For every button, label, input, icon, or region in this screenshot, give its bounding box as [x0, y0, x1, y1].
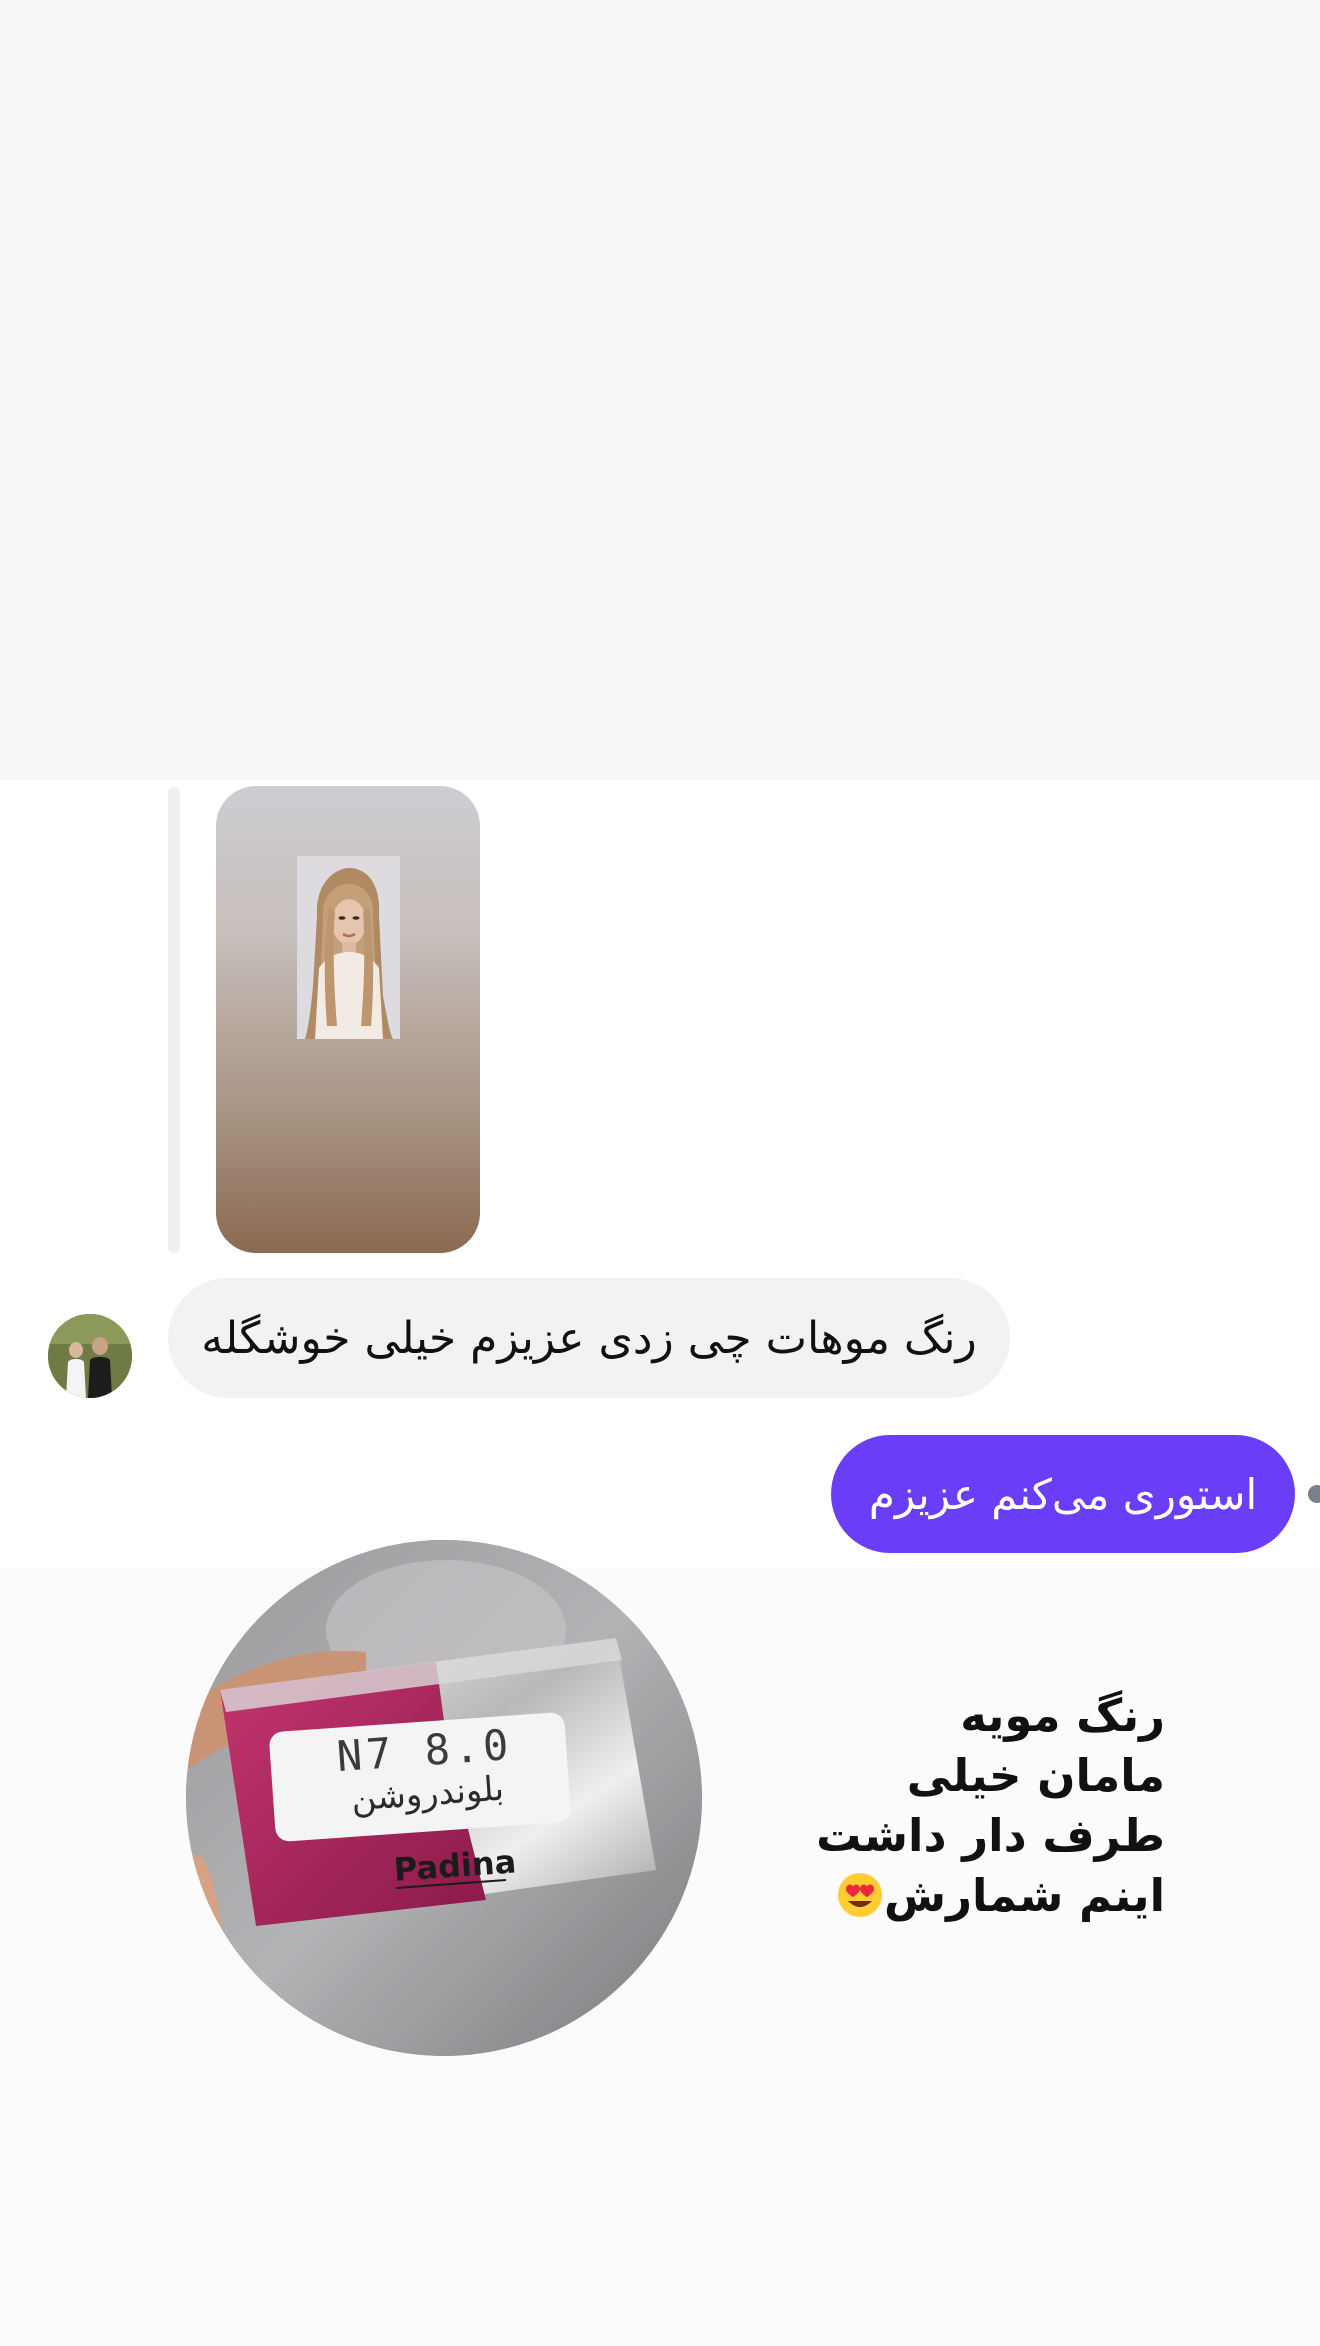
caption-line-3: طرف دار داشت: [816, 1809, 1165, 1862]
media-caption: رنگ مویه مامان خیلی طرف دار داشت اینم شم…: [765, 1686, 1165, 1926]
incoming-message-bubble[interactable]: رنگ موهات چی زدی عزیزم خیلی خوشگله: [168, 1278, 1010, 1398]
outgoing-message-bubble[interactable]: استوری می‌کنم عزیزم: [831, 1435, 1295, 1553]
seen-indicator: [1308, 1485, 1320, 1503]
sender-avatar[interactable]: [48, 1314, 132, 1398]
outgoing-message-text: استوری می‌کنم عزیزم: [868, 1469, 1258, 1519]
incoming-message-text: رنگ موهات چی زدی عزیزم خیلی خوشگله: [201, 1312, 977, 1364]
shared-round-photo[interactable]: Padina N7 8.0 بلوندروشن: [186, 1540, 702, 2056]
caption-line-1: رنگ مویه: [960, 1689, 1165, 1742]
heart-eyes-emoji-icon: [838, 1873, 883, 1917]
story-photo-woman: [297, 856, 400, 1039]
caption-line-4-wrap: اینم شمارش: [765, 1866, 1165, 1926]
caption-line-4: اینم شمارش: [884, 1869, 1165, 1922]
story-reply-card[interactable]: [216, 786, 480, 1253]
caption-line-2: مامان خیلی: [906, 1749, 1165, 1802]
empty-top-area: [0, 0, 1320, 780]
reply-indicator-bar: [168, 787, 180, 1253]
product-label: N7 8.0 بلوندروشن: [293, 1719, 558, 1823]
